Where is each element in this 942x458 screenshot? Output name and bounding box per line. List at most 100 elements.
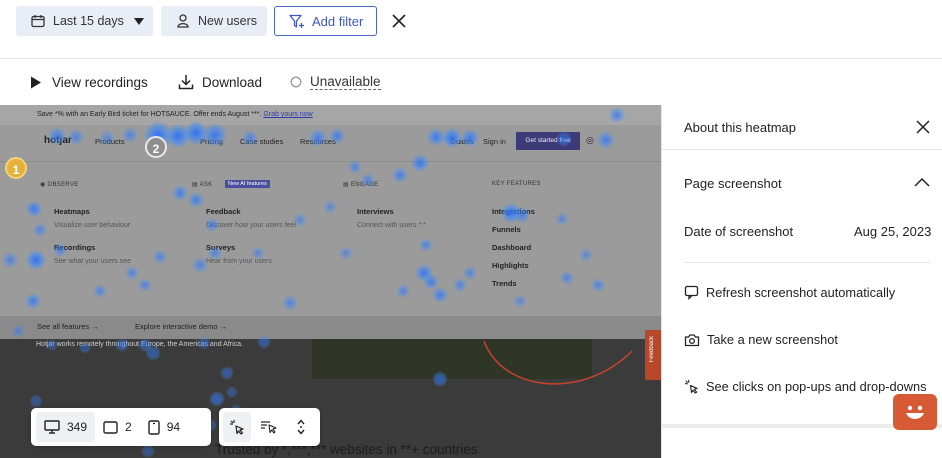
refresh-screen-icon bbox=[684, 285, 699, 300]
section-key-features: KEY FEATURES bbox=[492, 181, 541, 187]
date-of-screenshot-value: Aug 25, 2023 bbox=[854, 224, 932, 239]
refresh-screenshot-toggle[interactable]: Refresh screenshot automatically bbox=[684, 285, 895, 300]
click-map-toggle[interactable] bbox=[223, 412, 251, 442]
decorative-curve bbox=[483, 340, 633, 385]
move-cursor-icon bbox=[261, 421, 277, 434]
mobile-icon bbox=[148, 419, 160, 435]
cursor-click-icon bbox=[230, 420, 244, 435]
key-item: Integrations bbox=[492, 207, 535, 216]
panel-title: About this heatmap bbox=[684, 120, 797, 135]
globe-icon: ◎ bbox=[586, 135, 594, 145]
site-nav-case-studies: Case studies bbox=[240, 137, 284, 146]
site-nav-guides: Guides bbox=[450, 137, 474, 146]
popup-clicks-toggle[interactable]: See clicks on pop-ups and drop-downs bbox=[684, 379, 927, 394]
scroll-map-toggle[interactable] bbox=[287, 412, 315, 442]
caret-down-icon bbox=[133, 17, 144, 25]
item-heatmaps: Heatmaps bbox=[54, 207, 90, 216]
camera-icon bbox=[684, 333, 700, 346]
site-feedback-tab: Feedback bbox=[645, 330, 661, 380]
site-logo: hotjar bbox=[44, 135, 72, 146]
download-label: Download bbox=[202, 74, 263, 90]
page-screenshot: Save *% with an Early Bird ticket for HO… bbox=[0, 105, 661, 339]
key-item: Dashboard bbox=[492, 243, 532, 252]
see-all-features-link: See all features → bbox=[37, 322, 99, 331]
filter-plus-icon bbox=[289, 14, 304, 28]
item-heatmaps-desc: Visualize user behaviour bbox=[54, 222, 131, 229]
date-range-label: Last 15 days bbox=[53, 14, 124, 28]
unavailable-status: Unavailable bbox=[290, 66, 381, 98]
tablet-icon bbox=[103, 420, 118, 434]
scroll-icon bbox=[297, 419, 305, 435]
section-engage: ▤ ENGAGE bbox=[343, 182, 379, 188]
item-interviews: Interviews bbox=[357, 207, 394, 216]
calendar-icon bbox=[31, 15, 45, 28]
site-nav: hotjar Products Pricing Case studies Res… bbox=[0, 132, 661, 154]
site-nav-pricing: Pricing bbox=[200, 137, 223, 146]
site-banner-link: Grab yours now bbox=[263, 111, 313, 118]
close-icon[interactable] bbox=[916, 120, 930, 134]
site-nav-signin: Sign in bbox=[483, 137, 506, 146]
heatmap-spot bbox=[141, 444, 155, 458]
heatmap-spot bbox=[29, 394, 43, 408]
desktop-toggle[interactable]: 349 bbox=[36, 412, 96, 442]
click-rank-marker[interactable]: 1 bbox=[5, 157, 27, 179]
section-ask: ▤ ASK bbox=[192, 182, 213, 188]
move-map-toggle[interactable] bbox=[255, 412, 283, 442]
radio-empty-icon bbox=[290, 76, 302, 88]
smiley-icon bbox=[906, 405, 924, 419]
divider bbox=[684, 262, 930, 263]
item-feedback: Feedback bbox=[206, 207, 241, 216]
heatmap-type-toolbar bbox=[219, 408, 320, 446]
desktop-count: 349 bbox=[67, 420, 88, 434]
site-cta-button: Get started free bbox=[516, 132, 580, 150]
mobile-toggle[interactable]: 94 bbox=[140, 412, 188, 442]
item-recordings: Recordings bbox=[54, 243, 96, 252]
feedback-widget-button[interactable] bbox=[893, 394, 937, 430]
click-rank-marker[interactable]: 2 bbox=[145, 136, 167, 158]
new-ai-badge: New AI features bbox=[225, 180, 270, 188]
divider bbox=[662, 149, 942, 150]
key-item: Highlights bbox=[492, 261, 529, 270]
explore-demo-link: Explore interactive demo → bbox=[135, 322, 228, 331]
section-page-screenshot: Page screenshot bbox=[684, 176, 782, 191]
filter-bar: Last 15 days New users Add filter bbox=[0, 0, 942, 48]
divider bbox=[0, 58, 942, 59]
heatmap-canvas[interactable]: Save *% with an Early Bird ticket for HO… bbox=[0, 105, 661, 458]
site-banner-text: Save *% with an Early Bird ticket for HO… bbox=[37, 111, 262, 118]
view-recordings-button[interactable]: View recordings bbox=[30, 66, 148, 98]
site-nav-products: Products bbox=[95, 137, 125, 146]
date-range-dropdown[interactable]: Last 15 days bbox=[16, 6, 153, 36]
item-surveys-desc: Hear from your users bbox=[206, 258, 272, 265]
mobile-count: 94 bbox=[166, 420, 181, 434]
view-recordings-label: View recordings bbox=[52, 74, 148, 90]
refresh-screenshot-label: Refresh screenshot automatically bbox=[706, 285, 896, 300]
site-hotjar-text: Hotjar works remotely throughout Europe,… bbox=[36, 341, 243, 348]
take-screenshot-label: Take a new screenshot bbox=[707, 332, 838, 347]
device-toolbar: 349 2 94 bbox=[31, 408, 211, 446]
heatmap-spot bbox=[220, 366, 234, 380]
site-nav-resources: Resources bbox=[300, 137, 336, 146]
segment-filter-chip[interactable]: New users bbox=[161, 6, 267, 36]
site-banner: Save *% with an Early Bird ticket for HO… bbox=[0, 105, 661, 125]
heatmap-spot bbox=[226, 386, 238, 398]
divider bbox=[0, 161, 661, 162]
key-item: Funnels bbox=[492, 225, 521, 234]
date-of-screenshot-label: Date of screenshot bbox=[684, 224, 794, 239]
key-item: Trends bbox=[492, 279, 517, 288]
item-feedback-desc: Discover how your users feel bbox=[206, 222, 296, 229]
download-icon bbox=[178, 75, 194, 90]
add-filter-button[interactable]: Add filter bbox=[274, 6, 377, 36]
heatmap-spot bbox=[209, 391, 225, 407]
add-filter-label: Add filter bbox=[312, 13, 364, 29]
popup-clicks-label: See clicks on pop-ups and drop-downs bbox=[706, 379, 927, 394]
item-surveys: Surveys bbox=[206, 243, 236, 252]
user-icon bbox=[177, 14, 189, 28]
clear-filters-close-icon[interactable] bbox=[390, 12, 408, 30]
item-interviews-desc: Connect with users *:* bbox=[357, 222, 426, 229]
play-icon bbox=[31, 76, 41, 88]
take-screenshot-button[interactable]: Take a new screenshot bbox=[684, 332, 838, 347]
chevron-up-icon[interactable] bbox=[914, 177, 930, 187]
item-recordings-desc: See what your users see bbox=[54, 258, 132, 265]
tablet-toggle[interactable]: 2 bbox=[95, 412, 140, 442]
download-button[interactable]: Download bbox=[178, 66, 262, 98]
